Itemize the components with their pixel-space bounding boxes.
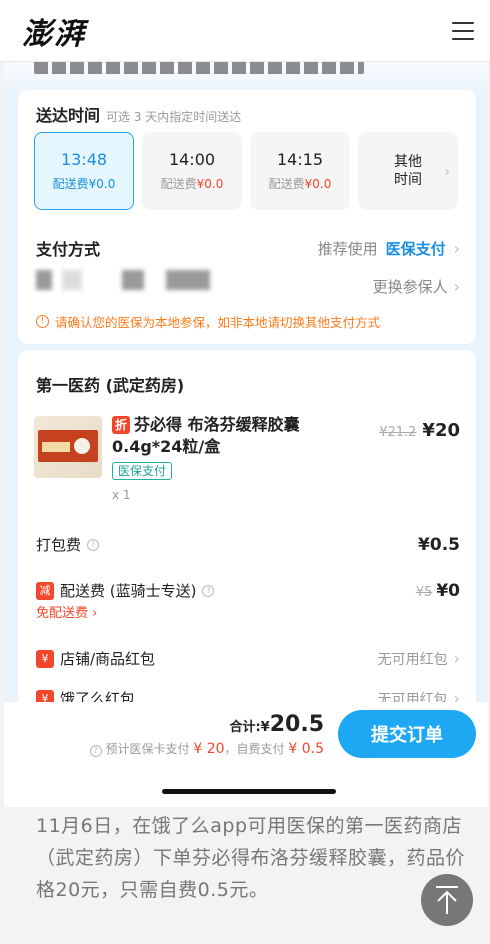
original-price: ¥21.2: [379, 425, 417, 440]
product-price: ¥21.2 ¥20: [379, 420, 460, 441]
delivery-fee-row: 减 配送费 (蓝骑士专送) ? ¥5 ¥0: [36, 580, 460, 601]
chevron-right-icon: ›: [444, 164, 450, 180]
insurance-warning: ! 请确认您的医保为本地参保，如非本地请切换其他支付方式: [36, 312, 380, 331]
chevron-right-icon: ›: [453, 277, 460, 296]
reduce-tag: 减: [36, 581, 54, 600]
current-price: ¥20: [422, 420, 460, 441]
chevron-right-icon: ›: [453, 238, 460, 258]
blurred-block: [62, 270, 82, 290]
slot-time: 14:15: [276, 150, 324, 169]
help-icon[interactable]: ?: [89, 745, 102, 757]
packing-fee-value: ¥0.5: [418, 534, 460, 555]
product-qty: x 1: [112, 488, 131, 502]
chevron-right-icon: ›: [453, 649, 460, 668]
checkout-bar: 合计: ¥ 20.5 ? 预计医保卡支付 ¥ 20，自费支付 ¥ 0.5 提交订…: [4, 702, 488, 807]
scroll-to-top-button[interactable]: [421, 874, 473, 926]
delivery-fee-label: 减 配送费 (蓝骑士专送) ?: [36, 580, 215, 601]
warning-icon: !: [36, 315, 49, 328]
help-icon[interactable]: ?: [87, 538, 100, 551]
time-slot-1400[interactable]: 14:00 配送费¥0.0: [142, 132, 242, 210]
shop-redpack-value: 无可用红包 ›: [377, 649, 460, 668]
delivery-fee-value: ¥5 ¥0: [415, 580, 460, 601]
article-caption: 11月6日，在饿了么app可用医保的第一医药商店（武定药房）下单芬必得布洛芬缓释…: [36, 815, 466, 901]
other-time-label: 其他 时间: [394, 154, 422, 188]
menu-icon[interactable]: [452, 21, 474, 40]
packing-fee-label: 打包费?: [36, 534, 100, 555]
submit-order-button[interactable]: 提交订单: [338, 710, 476, 758]
time-slot-1348[interactable]: 13:48 配送费¥0.0: [34, 132, 134, 210]
store-name[interactable]: 第一医药 (武定药房): [36, 372, 184, 396]
delivery-payment-card: 送达时间 可选 3 天内指定时间送达 13:48 配送费¥0.0 14:00 配…: [18, 90, 476, 344]
slot-fee: 配送费¥0.0: [160, 177, 224, 191]
currency: ¥: [260, 720, 270, 735]
total-line: 合计: ¥ 20.5: [229, 712, 324, 737]
discount-tag: 折: [112, 416, 130, 434]
blurred-insured-info: [36, 270, 210, 290]
home-indicator: [162, 789, 336, 794]
total-label: 合计:: [229, 720, 261, 735]
help-icon[interactable]: ?: [202, 584, 215, 597]
switch-insured-label: 更换参保人: [372, 278, 448, 296]
time-slots: 13:48 配送费¥0.0 14:00 配送费¥0.0 14:15 配送费¥0.…: [34, 132, 458, 210]
free-delivery-link[interactable]: 免配送费 ›: [36, 602, 97, 621]
payment-title: 支付方式: [36, 240, 101, 259]
product-image[interactable]: [34, 416, 102, 478]
blurred-block: [36, 270, 52, 290]
payment-method-selector[interactable]: 推荐使用 医保支付 ›: [318, 238, 460, 259]
arrow-up-icon: [436, 886, 458, 914]
delivery-title: 送达时间: [36, 106, 101, 125]
total-value: 20.5: [269, 712, 324, 737]
blurred-block: [122, 270, 144, 290]
switch-insured-button[interactable]: 更换参保人 ›: [373, 276, 460, 297]
delivery-hint: 可选 3 天内指定时间送达: [106, 110, 242, 124]
insurance-tag: 医保支付: [112, 462, 173, 480]
slot-time: 13:48: [60, 150, 108, 169]
blurred-block: [166, 270, 210, 290]
slot-time: 14:00: [168, 150, 216, 169]
packing-fee-row: 打包费? ¥0.5: [36, 534, 460, 555]
cropped-text: [34, 62, 364, 74]
warning-text: 请确认您的医保为本地参保，如非本地请切换其他支付方式: [55, 315, 381, 330]
site-logo[interactable]: 澎湃: [22, 9, 86, 53]
order-card: 第一医药 (武定药房) 折芬必得 布洛芬缓释胶囊 0.4g*24粒/盒 医保支付…: [18, 350, 476, 750]
slot-fee: 配送费¥0.0: [52, 177, 116, 191]
delivery-header: 送达时间 可选 3 天内指定时间送达: [36, 102, 241, 126]
time-slot-1415[interactable]: 14:15 配送费¥0.0: [250, 132, 350, 210]
site-header: 澎湃: [0, 0, 490, 62]
redpack-icon: ¥: [36, 649, 54, 668]
shop-redpack-row[interactable]: ¥ 店铺/商品红包 无可用红包 ›: [36, 648, 460, 669]
recommend-label: 推荐使用: [317, 239, 378, 258]
shop-redpack-label: ¥ 店铺/商品红包: [36, 648, 155, 669]
product-name: 折芬必得 布洛芬缓释胶囊 0.4g*24粒/盒: [112, 415, 300, 456]
payment-breakdown: ? 预计医保卡支付 ¥ 20，自费支付 ¥ 0.5: [89, 740, 324, 757]
slot-fee: 配送费¥0.0: [268, 177, 332, 191]
app-screenshot: 送达时间 可选 3 天内指定时间送达 13:48 配送费¥0.0 14:00 配…: [4, 62, 488, 807]
time-slot-other[interactable]: 其他 时间 ›: [358, 132, 458, 210]
payment-method: 医保支付: [385, 239, 446, 258]
product-info: 折芬必得 布洛芬缓释胶囊 0.4g*24粒/盒 医保支付 x 1: [112, 414, 362, 502]
payment-row[interactable]: 支付方式 推荐使用 医保支付 ›: [36, 236, 460, 260]
